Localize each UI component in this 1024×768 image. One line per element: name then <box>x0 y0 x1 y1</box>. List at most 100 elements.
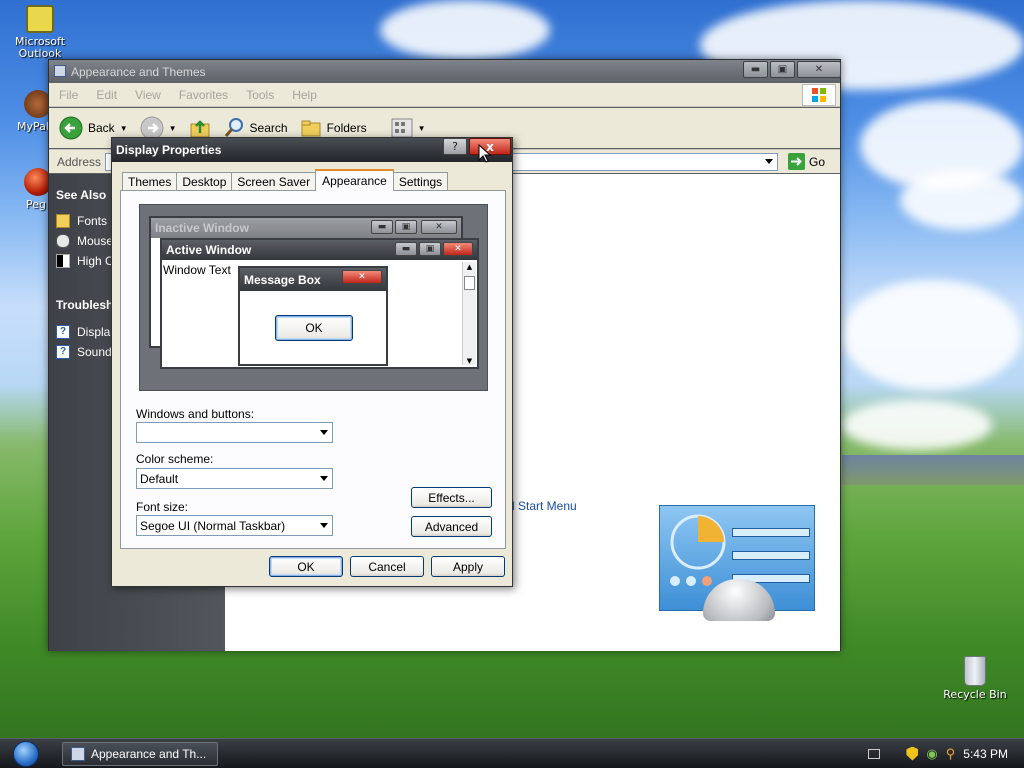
desktop-icon-mypal[interactable]: MyPal <box>2 90 52 133</box>
minimize-icon: ▬ <box>371 220 393 234</box>
menu-favorites[interactable]: Favorites <box>179 88 228 102</box>
color-scheme-select[interactable]: Default <box>136 468 333 489</box>
taskbar: Appearance and Th... ◉ ⚲ 5:43 PM <box>0 738 1024 768</box>
start-menu-link[interactable]: d Start Menu <box>508 499 577 513</box>
see-also-item-label: Mouse <box>77 234 114 248</box>
tab-settings[interactable]: Settings <box>392 172 449 191</box>
dot-icon <box>670 576 680 586</box>
level-bar-icon <box>732 551 810 560</box>
go-label: Go <box>809 154 826 169</box>
appearance-tab-panel: Inactive Window ▬ ▣ ✕ Active Window ▬ ▣ … <box>120 190 506 549</box>
views-grid-icon <box>391 118 413 138</box>
mouse-icon <box>56 234 70 248</box>
menu-view[interactable]: View <box>135 88 161 102</box>
back-arrow-icon <box>59 116 83 140</box>
font-size-label: Font size: <box>136 500 189 514</box>
clock[interactable]: 5:43 PM <box>963 747 1008 761</box>
chevron-down-icon <box>320 523 328 528</box>
search-icon[interactable]: ⚲ <box>946 746 956 762</box>
address-label: Address <box>57 154 102 169</box>
network-icon[interactable]: ◉ <box>926 746 937 762</box>
search-label: Search <box>249 121 288 135</box>
folders-button[interactable]: Folders <box>300 118 367 138</box>
close-icon: ✕ <box>342 270 382 284</box>
go-button[interactable]: Go <box>788 153 825 170</box>
help-button[interactable]: ? <box>443 138 467 155</box>
search-icon <box>224 118 243 137</box>
troubleshooter-item-display[interactable]: ? Displa <box>56 325 110 339</box>
outlook-icon <box>26 5 54 33</box>
see-also-item-fonts[interactable]: Fonts <box>56 214 107 228</box>
font-size-value: Segoe UI (Normal Taskbar) <box>140 518 286 533</box>
tab-screen-saver[interactable]: Screen Saver <box>231 172 317 191</box>
menu-file[interactable]: File <box>59 88 78 102</box>
scroll-up-icon: ▲ <box>466 263 473 271</box>
start-orb-icon <box>13 741 39 767</box>
folders-label: Folders <box>326 121 367 135</box>
dialog-title: Display Properties <box>116 143 222 157</box>
cancel-button[interactable]: Cancel <box>350 556 424 577</box>
color-scheme-value: Default <box>140 471 179 486</box>
up-button[interactable] <box>189 117 211 139</box>
appearance-preview: Inactive Window ▬ ▣ ✕ Active Window ▬ ▣ … <box>139 204 488 391</box>
appearance-icon <box>71 747 85 761</box>
tab-desktop[interactable]: Desktop <box>176 172 233 191</box>
folders-icon <box>301 120 321 137</box>
desktop-icon-label: Recycle Bin <box>943 688 1007 701</box>
windows-buttons-select[interactable] <box>136 422 333 443</box>
start-button[interactable] <box>6 740 46 768</box>
troubleshooter-item-label: Displa <box>77 325 111 339</box>
windows-buttons-label: Windows and buttons: <box>136 407 255 421</box>
close-icon: ✕ <box>443 242 473 256</box>
ok-button[interactable]: OK <box>269 556 343 577</box>
desktop-icon-outlook[interactable]: Microsoft Outlook <box>5 5 75 60</box>
go-arrow-icon <box>788 153 805 170</box>
search-button[interactable]: Search <box>223 117 288 139</box>
help-icon: ? <box>56 345 70 359</box>
see-also-item-mouse[interactable]: Mouse <box>56 234 113 248</box>
see-also-item-high-contrast[interactable]: High C <box>56 254 114 268</box>
font-size-select[interactable]: Segoe UI (Normal Taskbar) <box>136 515 333 536</box>
explorer-title-bar[interactable]: Appearance and Themes <box>49 60 840 83</box>
cloud <box>900 170 1024 230</box>
minimize-icon: ▬ <box>395 242 417 256</box>
pie-gauge-icon <box>670 514 726 570</box>
troubleshooter-item-sound[interactable]: ? Sound <box>56 345 112 359</box>
chevron-down-icon[interactable] <box>765 159 773 164</box>
display-properties-dialog: Display Properties ? x Themes Desktop Sc… <box>111 137 513 587</box>
apply-button[interactable]: Apply <box>431 556 505 577</box>
close-icon: ✕ <box>814 64 824 75</box>
cloud <box>842 400 992 450</box>
effects-button[interactable]: Effects... <box>411 487 492 508</box>
see-also-header: See Also <box>56 188 107 202</box>
dialog-tabs: Themes Desktop Screen Saver Appearance S… <box>122 169 449 191</box>
taskbar-button-appearance[interactable]: Appearance and Th... <box>62 742 218 766</box>
maximize-icon: ▣ <box>395 220 417 234</box>
tab-appearance[interactable]: Appearance <box>315 169 394 191</box>
explorer-title: Appearance and Themes <box>71 64 206 79</box>
keyboard-icon[interactable] <box>868 748 881 759</box>
preview-window-text: Window Text <box>163 263 231 277</box>
help-icon: ? <box>56 325 70 339</box>
chevron-down-icon <box>320 430 328 435</box>
views-button[interactable]: ▼ <box>391 118 426 138</box>
chevron-down-icon: ▼ <box>119 123 128 133</box>
menu-help[interactable]: Help <box>292 88 317 102</box>
chevron-down-icon: ▼ <box>168 123 177 133</box>
minimize-icon: ▬ <box>750 64 761 75</box>
desktop-icon-peg[interactable]: Peg <box>2 168 52 211</box>
cloud <box>380 0 550 60</box>
menu-tools[interactable]: Tools <box>246 88 274 102</box>
desktop-icon-recycle-bin[interactable]: Recycle Bin <box>940 656 1010 701</box>
minimize-button[interactable]: ▬ <box>743 61 768 78</box>
folder-up-icon <box>190 120 210 138</box>
menu-edit[interactable]: Edit <box>96 88 117 102</box>
scroll-down-icon: ▼ <box>466 357 473 365</box>
troubleshooter-item-label: Sound <box>77 345 112 359</box>
security-shield-icon[interactable] <box>906 746 919 761</box>
advanced-button[interactable]: Advanced <box>411 516 492 537</box>
maximize-button[interactable]: ▣ <box>770 61 795 78</box>
back-label: Back <box>88 121 115 135</box>
close-button[interactable]: ✕ <box>797 61 841 78</box>
tab-themes[interactable]: Themes <box>122 172 178 191</box>
